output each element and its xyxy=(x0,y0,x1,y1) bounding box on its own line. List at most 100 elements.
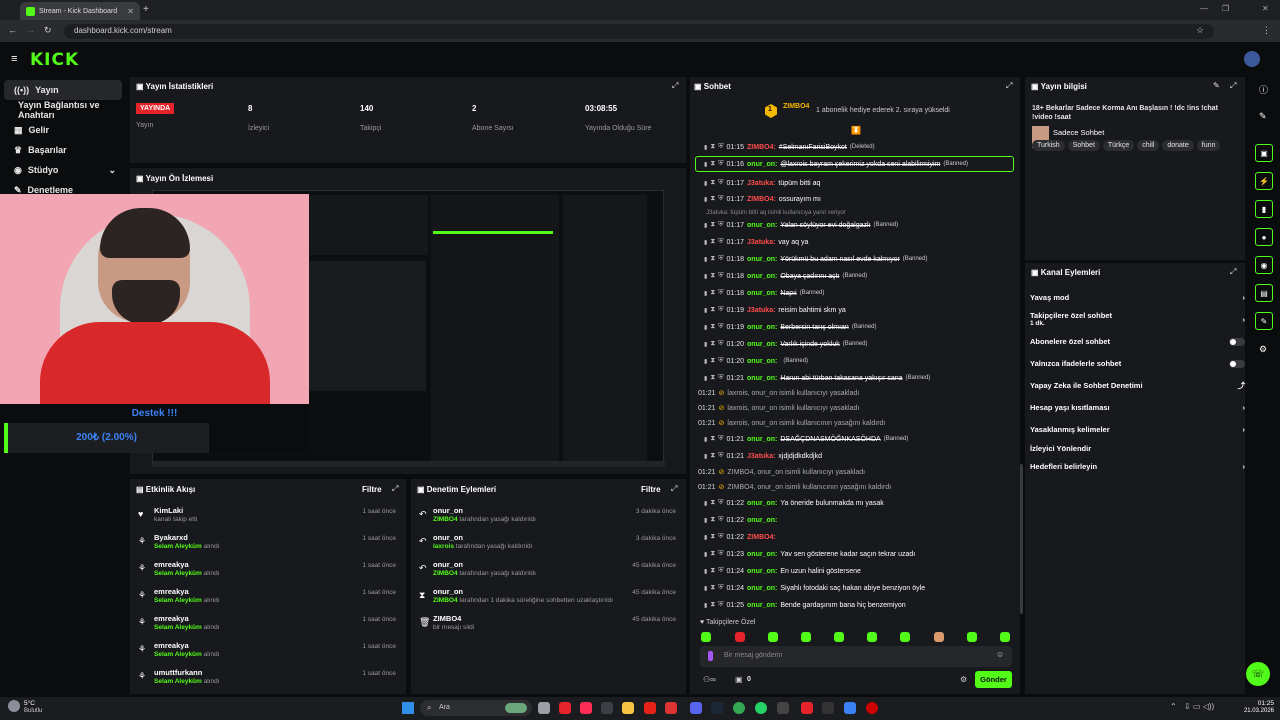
event-user[interactable]: emreakya xyxy=(154,587,189,596)
trash-icon[interactable]: ▮ xyxy=(704,161,707,168)
hourglass-icon[interactable]: ⧗ xyxy=(710,195,715,203)
youtube-icon[interactable] xyxy=(644,702,656,714)
shield-icon[interactable]: ⛨ xyxy=(718,374,723,382)
events-filter-button[interactable]: Filtre xyxy=(362,485,382,494)
reload-icon[interactable]: ↻ xyxy=(44,25,52,36)
chat-message[interactable]: ▮ ⧗ ⛨ 01:24 onur_on: Siyahlı fotodaki saç hak… xyxy=(704,580,1014,596)
infinity-icon[interactable]: ⚇∞ xyxy=(703,675,716,684)
hourglass-icon[interactable]: ⧗ xyxy=(710,357,715,365)
chat-message[interactable]: ▮ ⧗ ⛨ 01:17 J3atuka: vay aq ya xyxy=(704,234,1014,250)
channel-action-item[interactable]: Yalnızca ifadelerle sohbet xyxy=(1030,359,1245,368)
hourglass-icon[interactable]: ⧗ xyxy=(710,272,715,280)
sidebar-item-gelir[interactable]: ▦ Gelir xyxy=(4,120,122,140)
tiktok-icon[interactable] xyxy=(580,702,592,714)
rail-button-chat[interactable]: ● xyxy=(1255,228,1273,246)
hourglass-icon[interactable]: ⧗ xyxy=(710,160,715,168)
rail-button-tools[interactable]: ✎ xyxy=(1255,312,1273,330)
event-user[interactable]: Byakarxd xyxy=(154,533,188,542)
forward-icon[interactable]: → xyxy=(26,25,35,35)
chat-message[interactable]: ▮ ⧗ ⛨ 01:24 onur_on: En uzun halini göstersen… xyxy=(704,563,1014,579)
hourglass-icon[interactable]: ⧗ xyxy=(710,584,715,592)
shield-icon[interactable]: ⛨ xyxy=(718,323,723,331)
trash-icon[interactable]: ▮ xyxy=(704,307,707,314)
shield-icon[interactable]: ⛨ xyxy=(718,499,723,507)
toggle-switch[interactable] xyxy=(1229,337,1245,346)
app-icon[interactable] xyxy=(601,702,613,714)
sidebar-item-basarilar[interactable]: ♛ Başarılar xyxy=(4,140,122,160)
trash-icon[interactable]: ▮ xyxy=(704,585,707,592)
moderation-user[interactable]: onur_on xyxy=(433,587,463,596)
chat-scrollbar[interactable] xyxy=(1020,464,1023,614)
gift-icon[interactable]: ▣ xyxy=(735,675,743,684)
message-user[interactable]: onur_on: xyxy=(747,324,777,331)
back-icon[interactable]: ← xyxy=(8,25,17,35)
chat-message[interactable]: ▮ ⧗ ⛨ 01:15 ZIMBO4: #SelmanıFarisiBoykot (Dele… xyxy=(704,139,1014,155)
shield-icon[interactable]: ⛨ xyxy=(718,160,723,168)
shield-icon[interactable]: ⛨ xyxy=(718,238,723,246)
trash-icon[interactable]: ▮ xyxy=(704,551,707,558)
hourglass-icon[interactable]: ⧗ xyxy=(710,323,715,331)
trash-icon[interactable]: ▮ xyxy=(704,256,707,263)
channel-action-item[interactable]: Yavaş mod › xyxy=(1030,293,1245,302)
trash-icon[interactable]: ▮ xyxy=(704,517,707,524)
close-tab-icon[interactable]: ✕ xyxy=(127,7,134,16)
message-user[interactable]: ZIMBO4: xyxy=(747,196,776,203)
hourglass-icon[interactable]: ⧗ xyxy=(710,143,715,151)
shield-icon[interactable]: ⛨ xyxy=(718,306,723,314)
chat-message[interactable]: ▮ ⧗ ⛨ 01:18 onur_on: Napıi (Banned) xyxy=(704,285,1014,301)
chat-message[interactable]: ▮ ⧗ ⛨ 01:17 onur_on: Yalan söylüyor evi doğal… xyxy=(704,217,1014,233)
channel-action-item[interactable]: Abonelere özel sohbet xyxy=(1030,337,1245,346)
browser-menu-icon[interactable]: ⋮ xyxy=(1262,25,1271,36)
tag-chip[interactable]: Turkish xyxy=(1032,140,1065,151)
expand-icon[interactable]: ⤢ xyxy=(672,81,678,91)
shield-icon[interactable]: ⛨ xyxy=(718,516,723,524)
app-icon[interactable] xyxy=(822,702,834,714)
browser-tab[interactable]: Stream - Kick Dashboard ✕ xyxy=(20,2,140,20)
close-window-icon[interactable]: ✕ xyxy=(1262,4,1269,13)
trash-icon[interactable]: ▮ xyxy=(704,358,707,365)
edit-pencil-icon[interactable]: ✎ xyxy=(1259,111,1267,122)
tag-chip[interactable]: Sohbet xyxy=(1067,140,1100,151)
task-view-icon[interactable] xyxy=(538,702,550,714)
hourglass-icon[interactable]: ⧗ xyxy=(710,435,715,443)
tag-chip[interactable]: donate xyxy=(1162,140,1194,151)
send-button[interactable]: Gönder xyxy=(975,671,1012,688)
message-user[interactable]: onur_on: xyxy=(747,375,777,382)
message-user[interactable]: onur_on: xyxy=(747,161,777,168)
emote-icon[interactable] xyxy=(834,632,844,642)
shield-icon[interactable]: ⛨ xyxy=(718,567,723,575)
message-user[interactable]: onur_on: xyxy=(747,256,777,263)
event-user[interactable]: emreakya xyxy=(154,560,189,569)
chat-message[interactable]: ▮ ⧗ ⛨ 01:18 onur_on: Yörükmü bu adam nasıl ev… xyxy=(704,251,1014,267)
event-user[interactable]: umuttfurkann xyxy=(154,668,202,677)
chat-message[interactable]: ▮ ⧗ ⛨ 01:19 onur_on: Berbersin tarış olmıan (B… xyxy=(704,319,1014,335)
chat-message[interactable]: ▮ ⧗ ⛨ 01:21 J3atuka: xjdjdjdkdkdjkd xyxy=(704,448,1014,464)
channel-action-item[interactable]: Yapay Zeka ile Sohbet Denetimi ⤴ xyxy=(1030,380,1245,391)
message-user[interactable]: J3atuka: xyxy=(747,307,775,314)
message-user[interactable]: onur_on: xyxy=(747,358,777,365)
app-icon[interactable] xyxy=(844,702,856,714)
chat-message[interactable]: ▮ ⧗ ⛨ 01:22 onur_on: xyxy=(704,512,1014,528)
chrome-icon[interactable] xyxy=(733,702,745,714)
chat-message[interactable]: ▮ ⧗ ⛨ 01:25 onur_on: Bende gardaşınım bana hi… xyxy=(704,597,1014,613)
emote-icon[interactable] xyxy=(1000,632,1010,642)
hourglass-icon[interactable]: ⧗ xyxy=(710,516,715,524)
message-user[interactable]: onur_on: xyxy=(747,517,777,524)
windows-start-icon[interactable] xyxy=(402,702,414,714)
hourglass-icon[interactable]: ⧗ xyxy=(710,374,715,382)
tag-chip[interactable]: chill xyxy=(1137,140,1160,151)
message-user[interactable]: onur_on: xyxy=(747,585,777,592)
shield-icon[interactable]: ⛨ xyxy=(718,289,723,297)
emote-icon[interactable] xyxy=(801,632,811,642)
app-icon[interactable] xyxy=(801,702,813,714)
moderation-filter-button[interactable]: Filtre xyxy=(641,485,661,494)
chat-message[interactable]: ▮ ⧗ ⛨ 01:17 ZIMBO4: ossurayım mı xyxy=(704,191,1014,207)
steam-icon[interactable] xyxy=(711,702,723,714)
message-user[interactable]: J3atuka: xyxy=(747,239,775,246)
trash-icon[interactable]: ▮ xyxy=(704,239,707,246)
trash-icon[interactable]: ▮ xyxy=(704,324,707,331)
message-user[interactable]: ZIMBO4: xyxy=(747,144,776,151)
chat-message[interactable]: ▮ ⧗ ⛨ 01:20 onur_on: Varlık içinde yokluk (Ban… xyxy=(704,336,1014,352)
shield-icon[interactable]: ⛨ xyxy=(718,143,723,151)
shield-icon[interactable]: ⛨ xyxy=(718,357,723,365)
